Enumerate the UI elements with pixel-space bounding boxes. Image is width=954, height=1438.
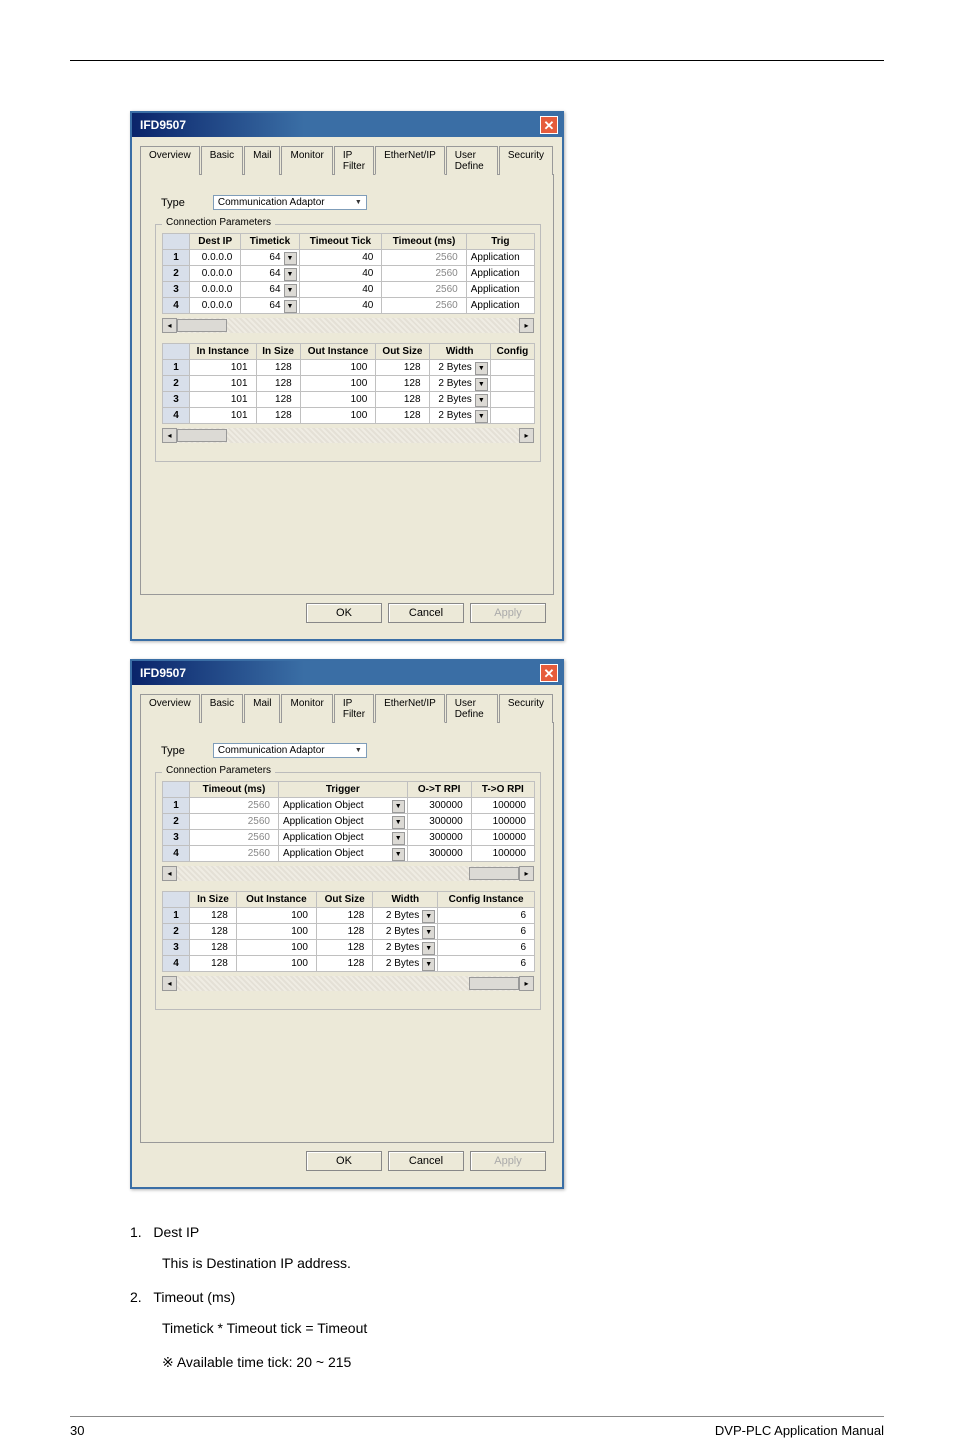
chevron-down-icon: ▼ <box>392 816 405 829</box>
table-row: 4 2560 Application Object▼ 300000 100000 <box>163 846 535 862</box>
table-row: 4 128 100 128 2 Bytes▼ 6 <box>163 956 535 972</box>
group-title: Connection Parameters <box>162 217 275 228</box>
tab-mail[interactable]: Mail <box>244 146 280 175</box>
cancel-button[interactable]: Cancel <box>388 1151 464 1171</box>
tab-ethernetip[interactable]: EtherNet/IP <box>375 146 445 175</box>
tab-ethernetip[interactable]: EtherNet/IP <box>375 694 445 723</box>
window-title: IFD9507 <box>140 666 186 680</box>
tab-userdefine[interactable]: User Define <box>446 694 498 723</box>
titlebar: IFD9507 ✕ <box>132 113 562 137</box>
table-row: 3 128 100 128 2 Bytes▼ 6 <box>163 940 535 956</box>
tab-security[interactable]: Security <box>499 146 553 175</box>
window-title: IFD9507 <box>140 118 186 132</box>
grid-conn-4[interactable]: In Size Out Instance Out Size Width Conf… <box>162 891 535 972</box>
type-label: Type <box>161 197 185 209</box>
scroll-left-icon: ◂ <box>162 428 177 443</box>
ok-button[interactable]: OK <box>306 1151 382 1171</box>
tab-overview[interactable]: Overview <box>140 146 200 175</box>
table-row: 3 2560 Application Object▼ 300000 100000 <box>163 830 535 846</box>
hscroll-2[interactable]: ◂ ▸ <box>162 428 534 443</box>
grid-conn-2[interactable]: In Instance In Size Out Instance Out Siz… <box>162 343 535 424</box>
tab-mail[interactable]: Mail <box>244 694 280 723</box>
close-icon[interactable]: ✕ <box>540 116 558 134</box>
cancel-button[interactable]: Cancel <box>388 603 464 623</box>
table-row: 1 2560 Application Object▼ 300000 100000 <box>163 798 535 814</box>
chevron-down-icon: ▼ <box>284 300 297 313</box>
tab-basic[interactable]: Basic <box>201 146 243 175</box>
page-number: 30 <box>70 1423 84 1438</box>
type-select[interactable]: Communication Adaptor <box>213 743 367 758</box>
chevron-down-icon: ▼ <box>475 410 488 423</box>
tab-overview[interactable]: Overview <box>140 694 200 723</box>
chevron-down-icon: ▼ <box>422 926 435 939</box>
table-row: 4 101 128 100 128 2 Bytes▼ <box>163 408 535 424</box>
tab-strip: Overview Basic Mail Monitor IP Filter Et… <box>140 145 554 175</box>
group-title: Connection Parameters <box>162 765 275 776</box>
table-row: 2 2560 Application Object▼ 300000 100000 <box>163 814 535 830</box>
scroll-left-icon: ◂ <box>162 318 177 333</box>
chevron-down-icon: ▼ <box>284 284 297 297</box>
tab-strip: Overview Basic Mail Monitor IP Filter Et… <box>140 693 554 723</box>
chevron-down-icon: ▼ <box>284 252 297 265</box>
document-text: 1. Dest IP This is Destination IP addres… <box>130 1219 834 1376</box>
grid-conn-3[interactable]: Timeout (ms) Trigger O->T RPI T->O RPI 1… <box>162 781 535 862</box>
tab-basic[interactable]: Basic <box>201 694 243 723</box>
scroll-right-icon: ▸ <box>519 976 534 991</box>
table-row: 3 0.0.0.0 64▼ 40 2560 Application <box>163 282 535 298</box>
manual-title: DVP-PLC Application Manual <box>715 1423 884 1438</box>
scroll-left-icon: ◂ <box>162 976 177 991</box>
ok-button[interactable]: OK <box>306 603 382 623</box>
table-row: 2 0.0.0.0 64▼ 40 2560 Application <box>163 266 535 282</box>
table-row: 2 101 128 100 128 2 Bytes▼ <box>163 376 535 392</box>
scroll-right-icon: ▸ <box>519 866 534 881</box>
chevron-down-icon: ▼ <box>392 848 405 861</box>
chevron-down-icon: ▼ <box>475 394 488 407</box>
apply-button[interactable]: Apply <box>470 603 546 623</box>
hscroll-3[interactable]: ◂ ▸ <box>162 866 534 881</box>
type-select[interactable]: Communication Adaptor <box>213 195 367 210</box>
tab-monitor[interactable]: Monitor <box>281 146 332 175</box>
chevron-down-icon: ▼ <box>475 362 488 375</box>
tab-monitor[interactable]: Monitor <box>281 694 332 723</box>
chevron-down-icon: ▼ <box>284 268 297 281</box>
connection-parameters-group: Connection Parameters Timeout (ms) Trigg… <box>155 772 541 1010</box>
tab-ipfilter[interactable]: IP Filter <box>334 694 374 723</box>
dialog-ifd9507-1: IFD9507 ✕ Overview Basic Mail Monitor IP… <box>130 111 564 641</box>
hscroll-4[interactable]: ◂ ▸ <box>162 976 534 991</box>
chevron-down-icon: ▼ <box>422 958 435 971</box>
page-footer: 30 DVP-PLC Application Manual <box>70 1416 884 1438</box>
close-icon[interactable]: ✕ <box>540 664 558 682</box>
chevron-down-icon: ▼ <box>422 942 435 955</box>
tab-userdefine[interactable]: User Define <box>446 146 498 175</box>
tab-security[interactable]: Security <box>499 694 553 723</box>
table-row: 1 128 100 128 2 Bytes▼ 6 <box>163 908 535 924</box>
connection-parameters-group: Connection Parameters Dest IP Timetick T… <box>155 224 541 462</box>
table-row: 1 101 128 100 128 2 Bytes▼ <box>163 360 535 376</box>
chevron-down-icon: ▼ <box>392 800 405 813</box>
grid-conn-1[interactable]: Dest IP Timetick Timeout Tick Timeout (m… <box>162 233 535 314</box>
table-row: 3 101 128 100 128 2 Bytes▼ <box>163 392 535 408</box>
scroll-right-icon: ▸ <box>519 318 534 333</box>
chevron-down-icon: ▼ <box>392 832 405 845</box>
table-row: 2 128 100 128 2 Bytes▼ 6 <box>163 924 535 940</box>
table-row: 4 0.0.0.0 64▼ 40 2560 Application <box>163 298 535 314</box>
hscroll-1[interactable]: ◂ ▸ <box>162 318 534 333</box>
table-row: 1 0.0.0.0 64▼ 40 2560 Application <box>163 250 535 266</box>
tab-ipfilter[interactable]: IP Filter <box>334 146 374 175</box>
chevron-down-icon: ▼ <box>475 378 488 391</box>
scroll-left-icon: ◂ <box>162 866 177 881</box>
type-label: Type <box>161 745 185 757</box>
chevron-down-icon: ▼ <box>422 910 435 923</box>
titlebar: IFD9507 ✕ <box>132 661 562 685</box>
scroll-right-icon: ▸ <box>519 428 534 443</box>
dialog-ifd9507-2: IFD9507 ✕ Overview Basic Mail Monitor IP… <box>130 659 564 1189</box>
apply-button[interactable]: Apply <box>470 1151 546 1171</box>
